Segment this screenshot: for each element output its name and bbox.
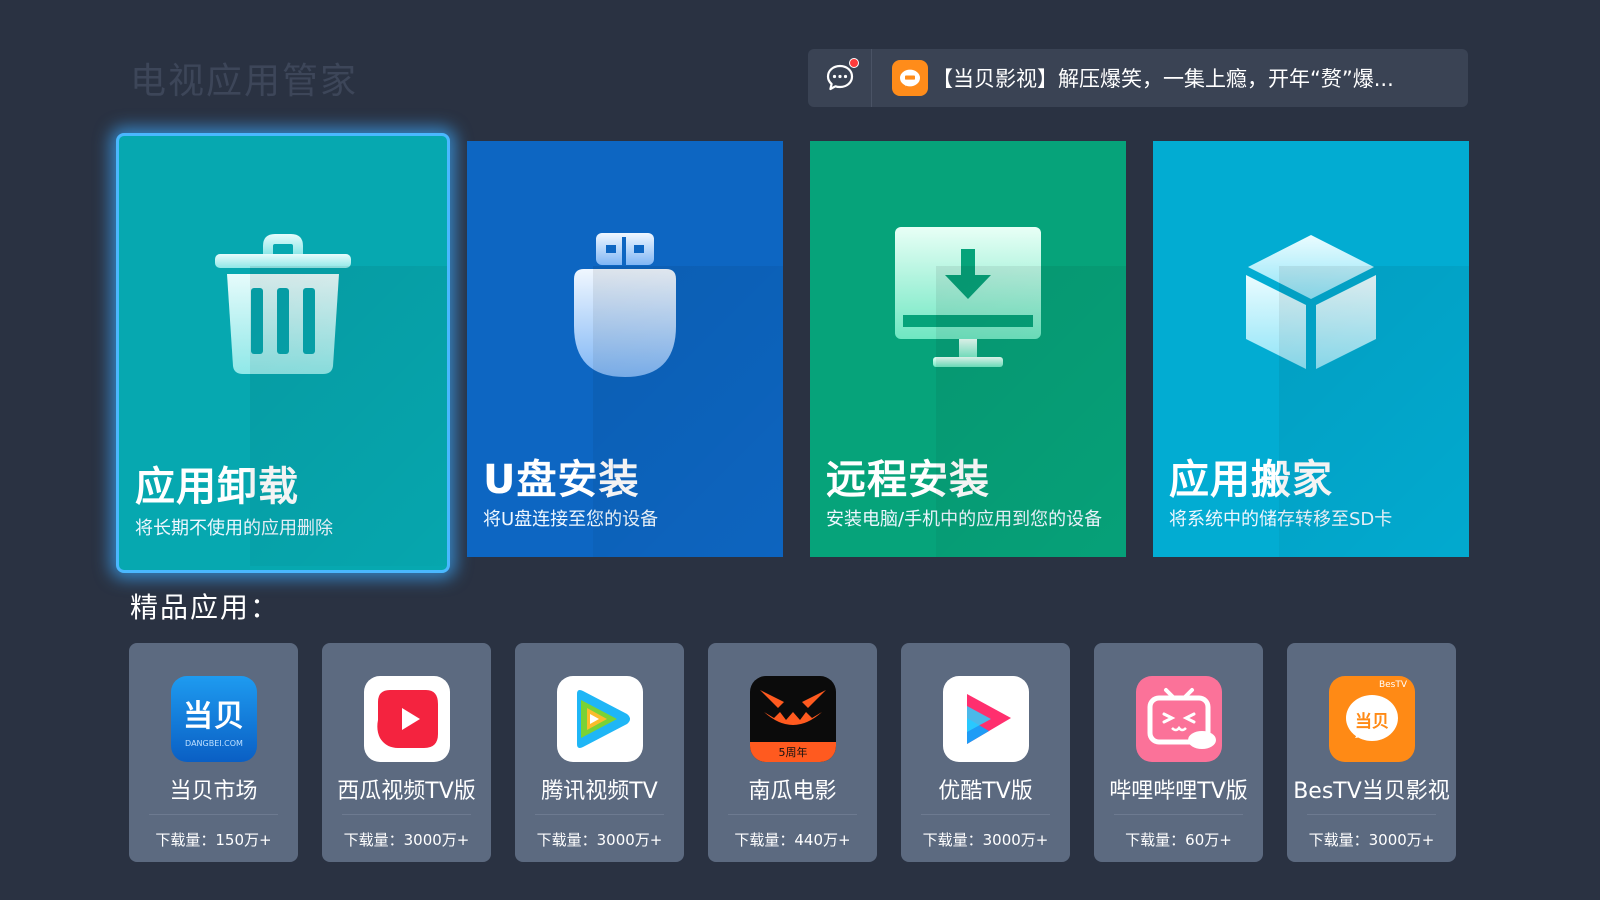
app-name: 哔哩哔哩TV版 [1109,779,1248,804]
bestv-dangbei-icon: BesTV 当贝 [1329,676,1415,762]
app-downloads: 下载量：60万+ [1125,831,1232,849]
app-name: 优酷TV版 [938,779,1033,804]
app-name: 腾讯视频TV [541,779,658,804]
dangbei-video-logo-icon [892,60,928,96]
tile-remote-install[interactable]: 远程安装 安装电脑/手机中的应用到您的设备 [810,141,1126,557]
app-downloads: 下载量：3000万+ [1308,831,1435,849]
app-card-youku[interactable]: 优酷TV版 下载量：3000万+ [901,643,1070,862]
app-card-xigua[interactable]: 西瓜视频TV版 下载量：3000万+ [322,643,491,862]
tile-subtitle: 将U盘连接至您的设备 [483,509,659,530]
app-name: 南瓜电影 [748,779,837,804]
divider [728,814,857,815]
monitor-download-icon [895,227,1041,367]
tile-uninstall[interactable]: 应用卸载 将长期不使用的应用删除 [116,133,450,573]
featured-section-title: 精品应用： [130,591,281,624]
tile-app-move[interactable]: 应用搬家 将系统中的储存转移至SD卡 [1153,141,1469,557]
app-downloads: 下载量：3000万+ [536,831,663,849]
app-name: BesTV当贝影视 [1293,779,1450,804]
tile-title: 远程安装 [826,457,990,503]
app-downloads: 下载量：3000万+ [922,831,1049,849]
youku-icon [943,676,1029,762]
tile-title: 应用卸载 [135,464,299,510]
app-card-nangua[interactable]: 5周年 南瓜电影 下载量：440万+ [708,643,877,862]
usb-drive-icon [574,233,676,377]
divider [1114,814,1243,815]
divider [1307,814,1436,815]
tile-title: U盘安装 [483,457,640,503]
message-button[interactable] [808,49,872,107]
dangbei-market-icon: 当贝 DANGBEI.COM [171,676,257,762]
notice-bar[interactable]: 【当贝影视】解压爆笑，一集上瘾，开年“赘”爆... [808,49,1468,107]
unread-dot [849,58,859,68]
app-downloads: 下载量：150万+ [155,831,272,849]
divider [342,814,471,815]
app-name: 当贝市场 [169,779,258,804]
tile-title: 应用搬家 [1169,457,1333,503]
app-card-bestv[interactable]: BesTV 当贝 BesTV当贝影视 下载量：3000万+ [1287,643,1456,862]
app-name: 西瓜视频TV版 [337,779,476,804]
divider [535,814,664,815]
divider [921,814,1050,815]
tile-subtitle: 将长期不使用的应用删除 [135,518,333,539]
divider [149,814,278,815]
app-downloads: 下载量：3000万+ [343,831,470,849]
cube-icon [1246,235,1376,369]
nangua-movie-icon: 5周年 [750,676,836,762]
app-downloads: 下载量：440万+ [734,831,851,849]
notice-text[interactable]: 【当贝影视】解压爆笑，一集上瘾，开年“赘”爆... [932,63,1432,93]
tencent-video-icon [557,676,643,762]
tile-usb-install[interactable]: U盘安装 将U盘连接至您的设备 [467,141,783,557]
app-card-bilibili[interactable]: 哔哩哔哩TV版 下载量：60万+ [1094,643,1263,862]
bilibili-icon [1136,676,1222,762]
tile-subtitle: 将系统中的储存转移至SD卡 [1169,509,1393,530]
app-card-dangbei-market[interactable]: 当贝 DANGBEI.COM 当贝市场 下载量：150万+ [129,643,298,862]
app-card-tencent-video[interactable]: 腾讯视频TV 下载量：3000万+ [515,643,684,862]
trash-icon [215,234,351,374]
xigua-video-icon [364,676,450,762]
tile-subtitle: 安装电脑/手机中的应用到您的设备 [826,509,1103,530]
page-title: 电视应用管家 [130,61,359,102]
